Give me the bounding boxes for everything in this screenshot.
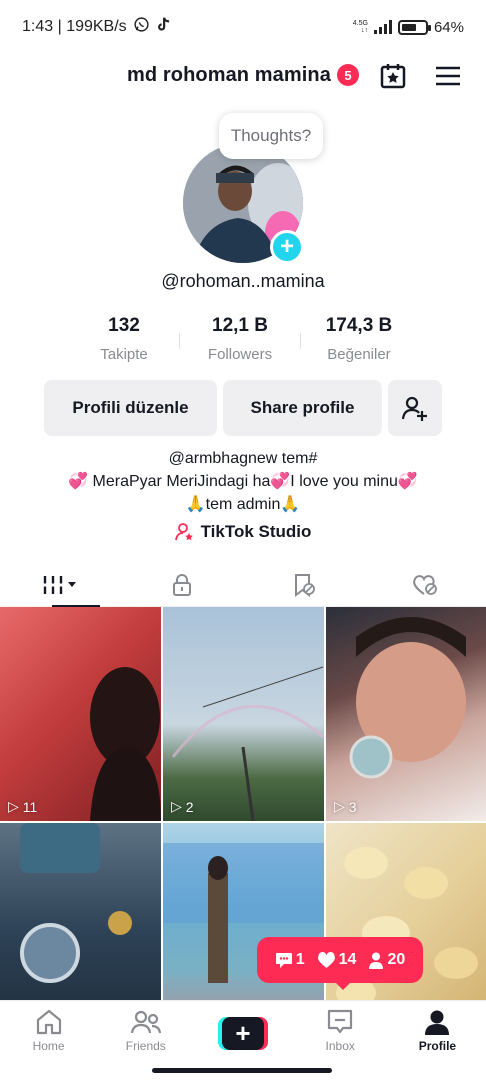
status-time-speed: 1:43 | 199KB/s [22, 18, 127, 35]
nav-home-label: Home [32, 1039, 65, 1053]
profile-handle: @rohoman..mamina [161, 271, 325, 291]
signal-icon [373, 20, 392, 34]
battery-percent: 64% [433, 18, 464, 36]
view-count-value: 2 [185, 798, 194, 815]
status-right: 4.5G ↓↑ 64% [353, 19, 464, 36]
pill-comments: 1 [275, 951, 305, 969]
tab-liked[interactable] [365, 563, 486, 606]
stat-following-label: Takipte [100, 346, 148, 363]
view-count-value: 11 [22, 798, 38, 815]
tab-saved[interactable] [243, 563, 365, 606]
tiktok-notification-icon [156, 16, 171, 38]
person-icon [369, 952, 384, 969]
studio-person-star-icon [174, 523, 193, 541]
profile-header: md rohoman mamina 5 [0, 52, 486, 98]
calendar-star-icon[interactable] [378, 61, 408, 91]
activity-notification-pill[interactable]: 1 14 20 [257, 937, 423, 990]
add-story-icon[interactable]: + [270, 230, 304, 264]
bio-line: 💞 MeraPyar MeriJindagi ha💞I love you min… [68, 473, 418, 490]
nav-home[interactable]: Home [0, 1001, 97, 1066]
profile-icon [425, 1010, 450, 1035]
tiktok-studio-link[interactable]: TikTok Studio [0, 522, 486, 542]
play-icon: ▷ [8, 798, 19, 814]
profile-bio: @armbhagnew tem# 💞 MeraPyar MeriJindagi … [0, 447, 486, 516]
nav-create[interactable]: + [194, 1001, 291, 1066]
menu-icon[interactable] [433, 61, 463, 91]
home-indicator[interactable] [152, 1068, 332, 1073]
view-count: ▷ 11 [8, 798, 37, 815]
content-tabs [0, 563, 486, 607]
video-thumbnail[interactable]: ▷ 11 [0, 607, 161, 821]
play-icon: ▷ [334, 798, 345, 814]
view-count: ▷ 3 [334, 798, 357, 815]
comment-icon [275, 952, 292, 968]
play-icon: ▷ [171, 798, 182, 814]
video-thumbnail[interactable]: ▷ 3 [326, 607, 486, 821]
battery-fill [401, 23, 417, 31]
pill-likes-count: 14 [338, 951, 357, 968]
tiktok-studio-label: TikTok Studio [200, 522, 312, 541]
nav-profile-label: Profile [418, 1039, 457, 1053]
stat-following-value: 132 [108, 315, 140, 336]
plus-icon: + [222, 1017, 264, 1050]
stat-followers[interactable]: 12,1 B Followers [180, 315, 300, 363]
nav-friends[interactable]: Friends [97, 1001, 194, 1066]
add-person-icon [401, 396, 427, 421]
nav-inbox[interactable]: Inbox [292, 1001, 389, 1066]
whatsapp-icon [133, 16, 150, 38]
profile-actions: Profili düzenle Share profile [44, 380, 442, 436]
view-count: ▷ 2 [171, 798, 194, 815]
battery-icon [397, 19, 431, 35]
stat-likes-value: 174,3 B [325, 315, 393, 336]
bookmark-icon [294, 573, 315, 597]
stat-likes[interactable]: 174,3 B Beğeniler [301, 315, 417, 363]
nav-inbox-label: Inbox [325, 1039, 355, 1053]
lock-icon [173, 573, 192, 596]
inbox-icon [328, 1009, 353, 1034]
network-type: 4.5G ↓↑ [353, 20, 368, 34]
stat-followers-label: Followers [207, 346, 273, 363]
tab-private[interactable] [122, 563, 244, 606]
pill-likes: 14 [317, 951, 357, 969]
home-icon [36, 1009, 61, 1035]
stat-followers-value: 12,1 B [212, 315, 268, 336]
status-bar: 1:43 | 199KB/s 4.5G ↓↑ 64% [0, 0, 486, 54]
page-title: md rohoman mamina [127, 63, 331, 86]
thoughts-bubble[interactable]: Thoughts? [219, 113, 323, 159]
bio-line: 🙏tem admin🙏 [185, 496, 301, 513]
heart-icon [317, 951, 335, 968]
pill-followers-count: 20 [387, 951, 406, 968]
bio-line: @armbhagnew tem# [168, 450, 318, 467]
pill-comments-count: 1 [295, 951, 305, 968]
video-thumbnail[interactable]: ▷ 2 [163, 607, 324, 821]
network-type-label: 4.5G [352, 20, 368, 27]
bottom-nav: Home Friends + Inbox Profile [0, 1000, 486, 1066]
status-left: 1:43 | 199KB/s [22, 16, 171, 38]
pill-followers: 20 [368, 951, 405, 969]
share-profile-button[interactable]: Share profile [223, 380, 382, 436]
add-friend-button[interactable] [388, 380, 442, 436]
nav-profile[interactable]: Profile [389, 1001, 486, 1066]
view-count-value: 3 [348, 798, 357, 815]
profile-stats: 132 Takipte 12,1 B Followers 174,3 B Beğ… [0, 315, 486, 363]
nav-friends-label: Friends [125, 1039, 166, 1053]
liked-heart-icon [413, 574, 438, 595]
grid-icon [41, 575, 76, 594]
stat-likes-label: Beğeniler [327, 346, 391, 363]
stat-following[interactable]: 132 Takipte [69, 315, 179, 363]
network-arrows: ↓↑ [360, 27, 368, 34]
account-switch-badge[interactable]: 5 [336, 64, 359, 86]
create-button[interactable]: + [218, 1017, 268, 1050]
friends-icon [130, 1010, 161, 1034]
tab-videos[interactable] [0, 563, 122, 607]
edit-profile-button[interactable]: Profili düzenle [44, 380, 217, 436]
